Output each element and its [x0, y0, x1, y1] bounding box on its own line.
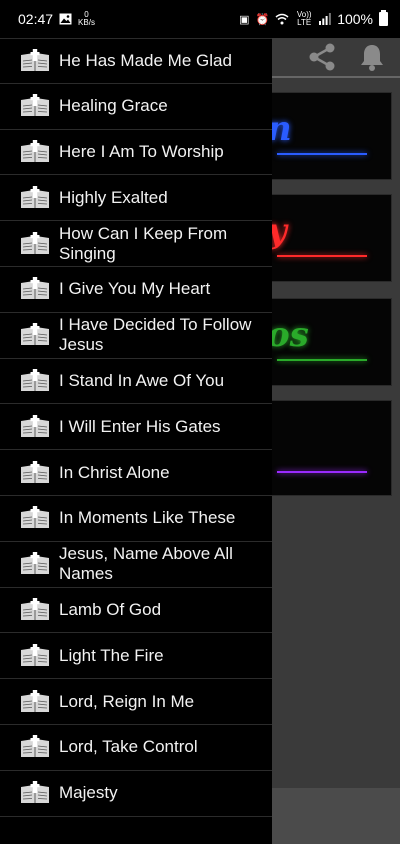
alarm-icon: ⏰ — [255, 13, 270, 26]
song-list-item[interactable]: Lord, Take Control — [0, 725, 272, 771]
song-title: I Stand In Awe Of You — [59, 370, 225, 390]
song-list-item[interactable]: Light The Fire — [0, 633, 272, 680]
song-list-item[interactable]: I Stand In Awe Of You — [0, 359, 272, 405]
signal-icon — [319, 13, 332, 25]
song-list-item[interactable]: I Give You My Heart — [0, 267, 272, 313]
bible-icon — [21, 277, 49, 300]
song-list-item[interactable]: Jesus, Name Above All Names — [0, 542, 272, 588]
song-title: I Give You My Heart — [59, 279, 211, 299]
battery-icon — [379, 10, 388, 26]
song-list-item[interactable]: In Moments Like These — [0, 496, 272, 542]
gallery-icon — [59, 13, 72, 25]
status-bar: 02:47 0 KB/s ▣ ⏰ Vo)) LTE 100% — [0, 0, 400, 38]
bible-icon — [21, 368, 49, 391]
song-title: In Christ Alone — [59, 462, 170, 482]
song-title: Lord, Take Control — [59, 737, 198, 757]
bible-icon — [21, 94, 49, 117]
song-title: Lamb Of God — [59, 599, 162, 619]
bible-icon — [21, 460, 49, 483]
status-right: ▣ ⏰ Vo)) LTE 100% — [239, 10, 388, 27]
bible-icon — [21, 597, 49, 620]
bible-icon — [21, 552, 49, 575]
song-title: Lord, Reign In Me — [59, 691, 195, 711]
song-list-item[interactable]: Healing Grace — [0, 84, 272, 130]
lock-icon: ▣ — [239, 13, 250, 26]
card-glow — [277, 153, 367, 155]
bible-icon — [21, 689, 49, 712]
card-glow — [277, 359, 367, 361]
navigation-drawer: He Has Made Me Glad Healing Grace Here I… — [0, 38, 272, 844]
bible-icon — [21, 781, 49, 804]
bible-icon — [21, 735, 49, 758]
song-list-item[interactable]: He Has Made Me Glad — [0, 38, 272, 84]
song-list-item[interactable]: I Have Decided To Follow Jesus — [0, 313, 272, 359]
song-title: Jesus, Name Above All Names — [59, 544, 233, 584]
bible-icon — [21, 185, 49, 208]
net-speed: 0 KB/s — [78, 10, 95, 27]
song-title: Here I Am To Worship — [59, 141, 224, 161]
song-list-item[interactable]: Lord, Reign In Me — [0, 679, 272, 725]
status-left: 02:47 0 KB/s — [18, 10, 95, 28]
song-title: Highly Exalted — [59, 187, 168, 207]
bell-icon[interactable] — [356, 41, 388, 73]
clock: 02:47 — [18, 11, 54, 27]
song-title: I Will Enter His Gates — [59, 416, 221, 436]
song-list-item[interactable]: Lamb Of God — [0, 588, 272, 634]
song-title: How Can I Keep From Singing — [59, 223, 228, 263]
song-list: He Has Made Me Glad Healing Grace Here I… — [0, 38, 272, 817]
song-title: He Has Made Me Glad — [59, 50, 232, 70]
bible-icon — [21, 506, 49, 529]
song-list-item[interactable]: In Christ Alone — [0, 450, 272, 496]
song-list-item[interactable]: I Will Enter His Gates — [0, 404, 272, 451]
volte-label: Vo)) LTE — [296, 10, 312, 27]
song-list-item[interactable]: How Can I Keep From Singing — [0, 221, 272, 267]
song-title: Healing Grace — [59, 96, 168, 116]
bible-icon — [21, 643, 49, 666]
share-icon[interactable] — [306, 41, 338, 73]
wifi-icon — [275, 13, 289, 25]
song-title: Majesty — [59, 783, 118, 803]
bible-icon — [21, 139, 49, 162]
bible-icon — [21, 414, 49, 437]
song-title: Light The Fire — [59, 645, 164, 665]
bible-icon — [21, 48, 49, 71]
song-list-item[interactable]: Majesty — [0, 771, 272, 817]
bible-icon — [21, 323, 49, 346]
bible-icon — [21, 231, 49, 254]
song-list-item[interactable]: Highly Exalted — [0, 175, 272, 222]
card-glow — [277, 471, 367, 473]
card-glow — [277, 255, 367, 257]
song-title: In Moments Like These — [59, 508, 236, 528]
song-list-item[interactable]: Here I Am To Worship — [0, 130, 272, 176]
card-title: os — [267, 315, 309, 355]
battery-percent: 100% — [337, 11, 373, 27]
song-title: I Have Decided To Follow Jesus — [59, 315, 252, 355]
